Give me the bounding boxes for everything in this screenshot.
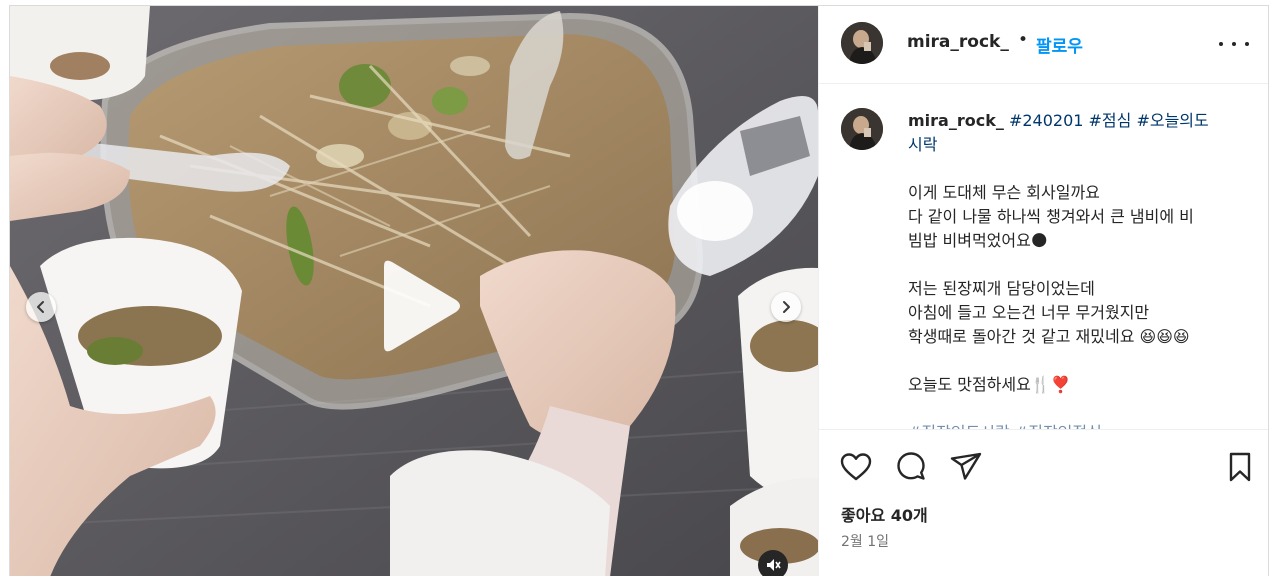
ellipsis-icon	[1219, 42, 1223, 46]
caption-trailing-hashtags[interactable]: #직장인도시락 #직장인점심	[908, 421, 1238, 429]
caption-line: 아침에 들고 오는건 너무 무거웠지만	[908, 303, 1150, 322]
action-bar: 좋아요 40개 2월 1일	[819, 429, 1268, 576]
caption-avatar[interactable]	[841, 108, 883, 150]
caption-line: 이게 도대체 무슨 회사일까요	[908, 183, 1100, 202]
comment-button[interactable]	[894, 450, 928, 484]
play-button[interactable]	[374, 258, 464, 354]
speech-bubble-icon	[897, 452, 925, 480]
like-button[interactable]	[839, 450, 873, 484]
likes-count[interactable]: 좋아요 40개	[841, 502, 928, 526]
paper-plane-icon	[950, 452, 982, 480]
post-side-panel: mira_rock_ • 팔로우 mira_rock_ #240201 #점심 …	[818, 6, 1268, 576]
profile-photo	[841, 22, 883, 64]
post-frame: mira_rock_ • 팔로우 mira_rock_ #240201 #점심 …	[9, 5, 1269, 576]
next-media-button[interactable]	[771, 292, 801, 322]
caption-username[interactable]: mira_rock_	[908, 111, 1004, 130]
username-link[interactable]: mira_rock_	[907, 32, 1009, 52]
caption-line: 학생때로 돌아간 것 같고 재밌네요 😆😆😆	[908, 327, 1190, 346]
save-button[interactable]	[1223, 450, 1257, 484]
avatar[interactable]	[841, 22, 883, 64]
chevron-right-icon	[783, 301, 790, 313]
more-options-button[interactable]	[1219, 34, 1249, 54]
post-date[interactable]: 2월 1일	[841, 531, 889, 551]
caption-paragraph-3: 오늘도 맛점하세요🍴❣️	[908, 373, 1238, 397]
heart-outline-icon	[840, 453, 872, 481]
profile-photo	[841, 108, 883, 150]
follow-button[interactable]: 팔로우	[1036, 32, 1083, 57]
previous-media-button[interactable]	[26, 292, 56, 322]
caption-paragraph-2: 저는 된장찌개 담당이었는데 아침에 들고 오는건 너무 무거웠지만 학생때로 …	[908, 277, 1238, 349]
post-header: mira_rock_ • 팔로우	[819, 6, 1268, 84]
caption-line: 오늘도 맛점하세요🍴❣️	[908, 375, 1071, 394]
caption-hashtags[interactable]: #240201 #점심 #오늘의도	[1009, 111, 1209, 130]
play-icon	[384, 260, 460, 352]
caption-line: 저는 된장찌개 담당이었는데	[908, 279, 1095, 298]
caption-text: mira_rock_ #240201 #점심 #오늘의도 시락 이게 도대체 무…	[908, 109, 1238, 429]
caption-line: 다 같이 나물 하나씩 챙겨와서 큰 냄비에 비	[908, 207, 1194, 226]
chevron-left-icon	[37, 301, 44, 313]
post-video[interactable]	[10, 6, 818, 576]
caption-line: 빔밥 비벼먹었어요🌑	[908, 231, 1048, 250]
share-button[interactable]	[949, 450, 983, 484]
caption-hashtag-continued[interactable]: 시락	[908, 133, 1238, 157]
mute-toggle-button[interactable]	[758, 550, 788, 576]
separator-dot: •	[1018, 30, 1029, 50]
bookmark-icon	[1229, 452, 1251, 482]
caption-paragraph-1: 이게 도대체 무슨 회사일까요 다 같이 나물 하나씩 챙겨와서 큰 냄비에 비…	[908, 181, 1238, 253]
caption-area: mira_rock_ #240201 #점심 #오늘의도 시락 이게 도대체 무…	[819, 85, 1268, 429]
speaker-muted-icon	[767, 559, 781, 571]
